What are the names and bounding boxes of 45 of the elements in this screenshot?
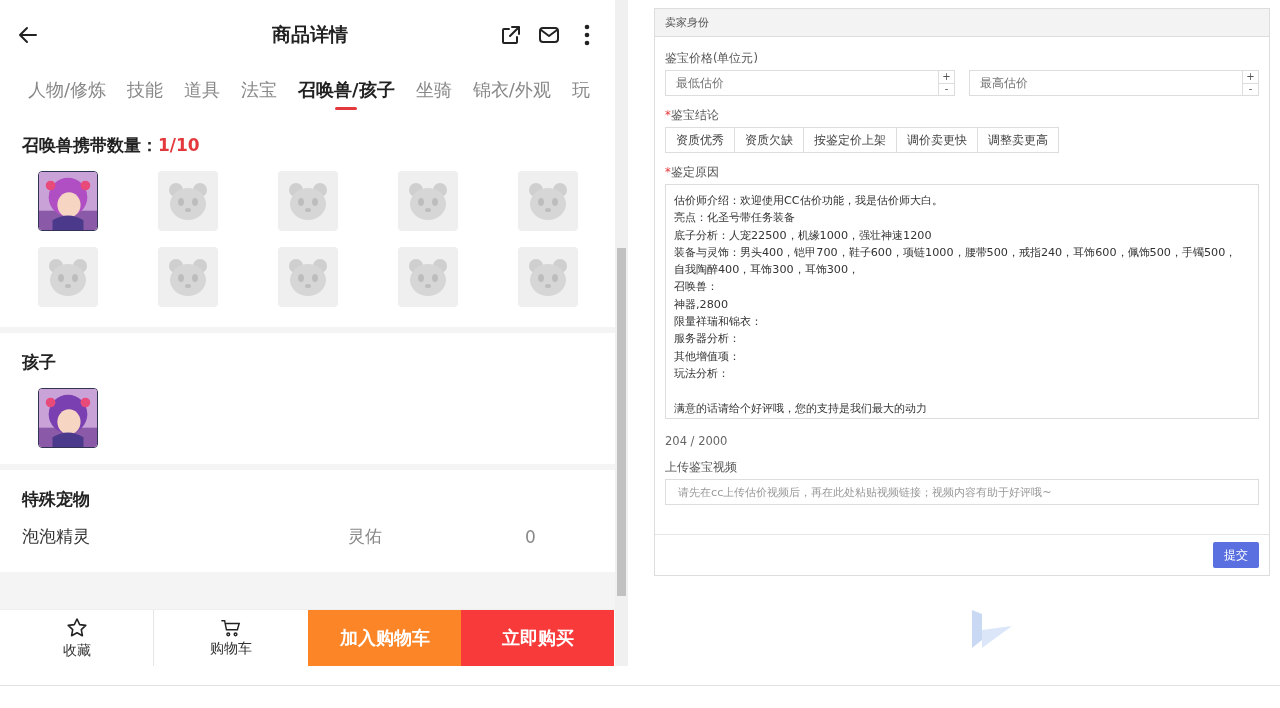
video-link-field[interactable]: 请先在cc上传估价视频后，再在此处粘贴视频链接；视频内容有助于好评哦~ — [665, 479, 1259, 505]
character-counter: 204 / 2000 — [665, 434, 729, 448]
panda-placeholder-icon — [407, 257, 449, 297]
conclusion-option[interactable]: 调整卖更高 — [977, 127, 1059, 153]
conclusion-option[interactable]: 按鉴定价上架 — [803, 127, 897, 153]
category-tab[interactable]: 人物/修炼 — [28, 70, 107, 110]
category-tab[interactable]: 召唤兽/孩子 — [298, 70, 395, 110]
pet-attribute: 灵佑 — [348, 525, 383, 548]
reason-text-area[interactable]: 估价师介绍：欢迎使用CC估价功能，我是估价师大白。 亮点：化圣号带任务装备 底子分析：人宠22500，机缘1000，强壮神速1200 装备与灵饰：男头400，铠甲700，鞋子600，项链1000，腰带500，戒指240，耳饰600，佩饰500，手镯500， 自我陶醉400，耳饰300，耳饰300， 召唤兽： 神器,2800 限量祥瑞和锦衣： 服务器分析： 其他增值项： 玩法分析： 满意的话请给个好评哦，您的支持是我们最大的动力 — [665, 184, 1259, 419]
pet-name: 泡泡精灵 — [22, 525, 91, 548]
panda-placeholder-icon — [287, 181, 329, 221]
panda-placeholder-icon — [407, 181, 449, 221]
card-header: 卖家身份 — [655, 9, 1269, 37]
section-title: 特殊宠物 — [20, 488, 91, 511]
price-field[interactable]: 最高估价 + - — [969, 70, 1259, 96]
category-tab[interactable]: 技能 — [127, 70, 164, 110]
category-tab[interactable]: 道具 — [184, 70, 221, 110]
pet-value: 0 — [525, 526, 536, 547]
submit-button[interactable]: 提交 — [1213, 542, 1259, 568]
panda-placeholder-icon — [167, 181, 209, 221]
category-tab[interactable]: 坐骑 — [415, 70, 452, 110]
section-title: 孩子 — [21, 351, 57, 374]
conclusion-option[interactable]: 资质优秀 — [665, 127, 735, 153]
conclusion-option[interactable]: 资质欠缺 — [734, 127, 804, 153]
conclusion-option[interactable]: 调价卖更快 — [896, 127, 978, 153]
page-title: 商品详情 — [270, 22, 349, 47]
panda-placeholder-icon — [527, 181, 569, 221]
panda-placeholder-icon — [47, 257, 89, 297]
buy-now-button[interactable]: 立即购买 — [461, 610, 614, 666]
field-label: 上传鉴宝视频 — [665, 460, 738, 475]
cart-icon — [220, 618, 242, 638]
star-icon — [64, 616, 89, 640]
panda-placeholder-icon — [167, 257, 209, 297]
field-label: *鉴宝结论 — [665, 108, 720, 123]
field-label: *鉴定原因 — [665, 165, 720, 180]
category-tab[interactable]: 法宝 — [241, 70, 278, 110]
field-label: 鉴宝价格(单位元) — [665, 51, 759, 66]
panda-placeholder-icon — [527, 257, 569, 297]
category-tab[interactable]: 玩 — [571, 70, 590, 110]
price-field[interactable]: 最低估价 + - — [665, 70, 955, 96]
category-tab[interactable]: 锦衣/外观 — [472, 70, 551, 110]
summon-count-label: 召唤兽携带数量：1/10 — [21, 134, 201, 157]
share-icon[interactable] — [499, 23, 523, 47]
panda-placeholder-icon — [287, 257, 329, 297]
scrollbar[interactable] — [615, 0, 628, 666]
